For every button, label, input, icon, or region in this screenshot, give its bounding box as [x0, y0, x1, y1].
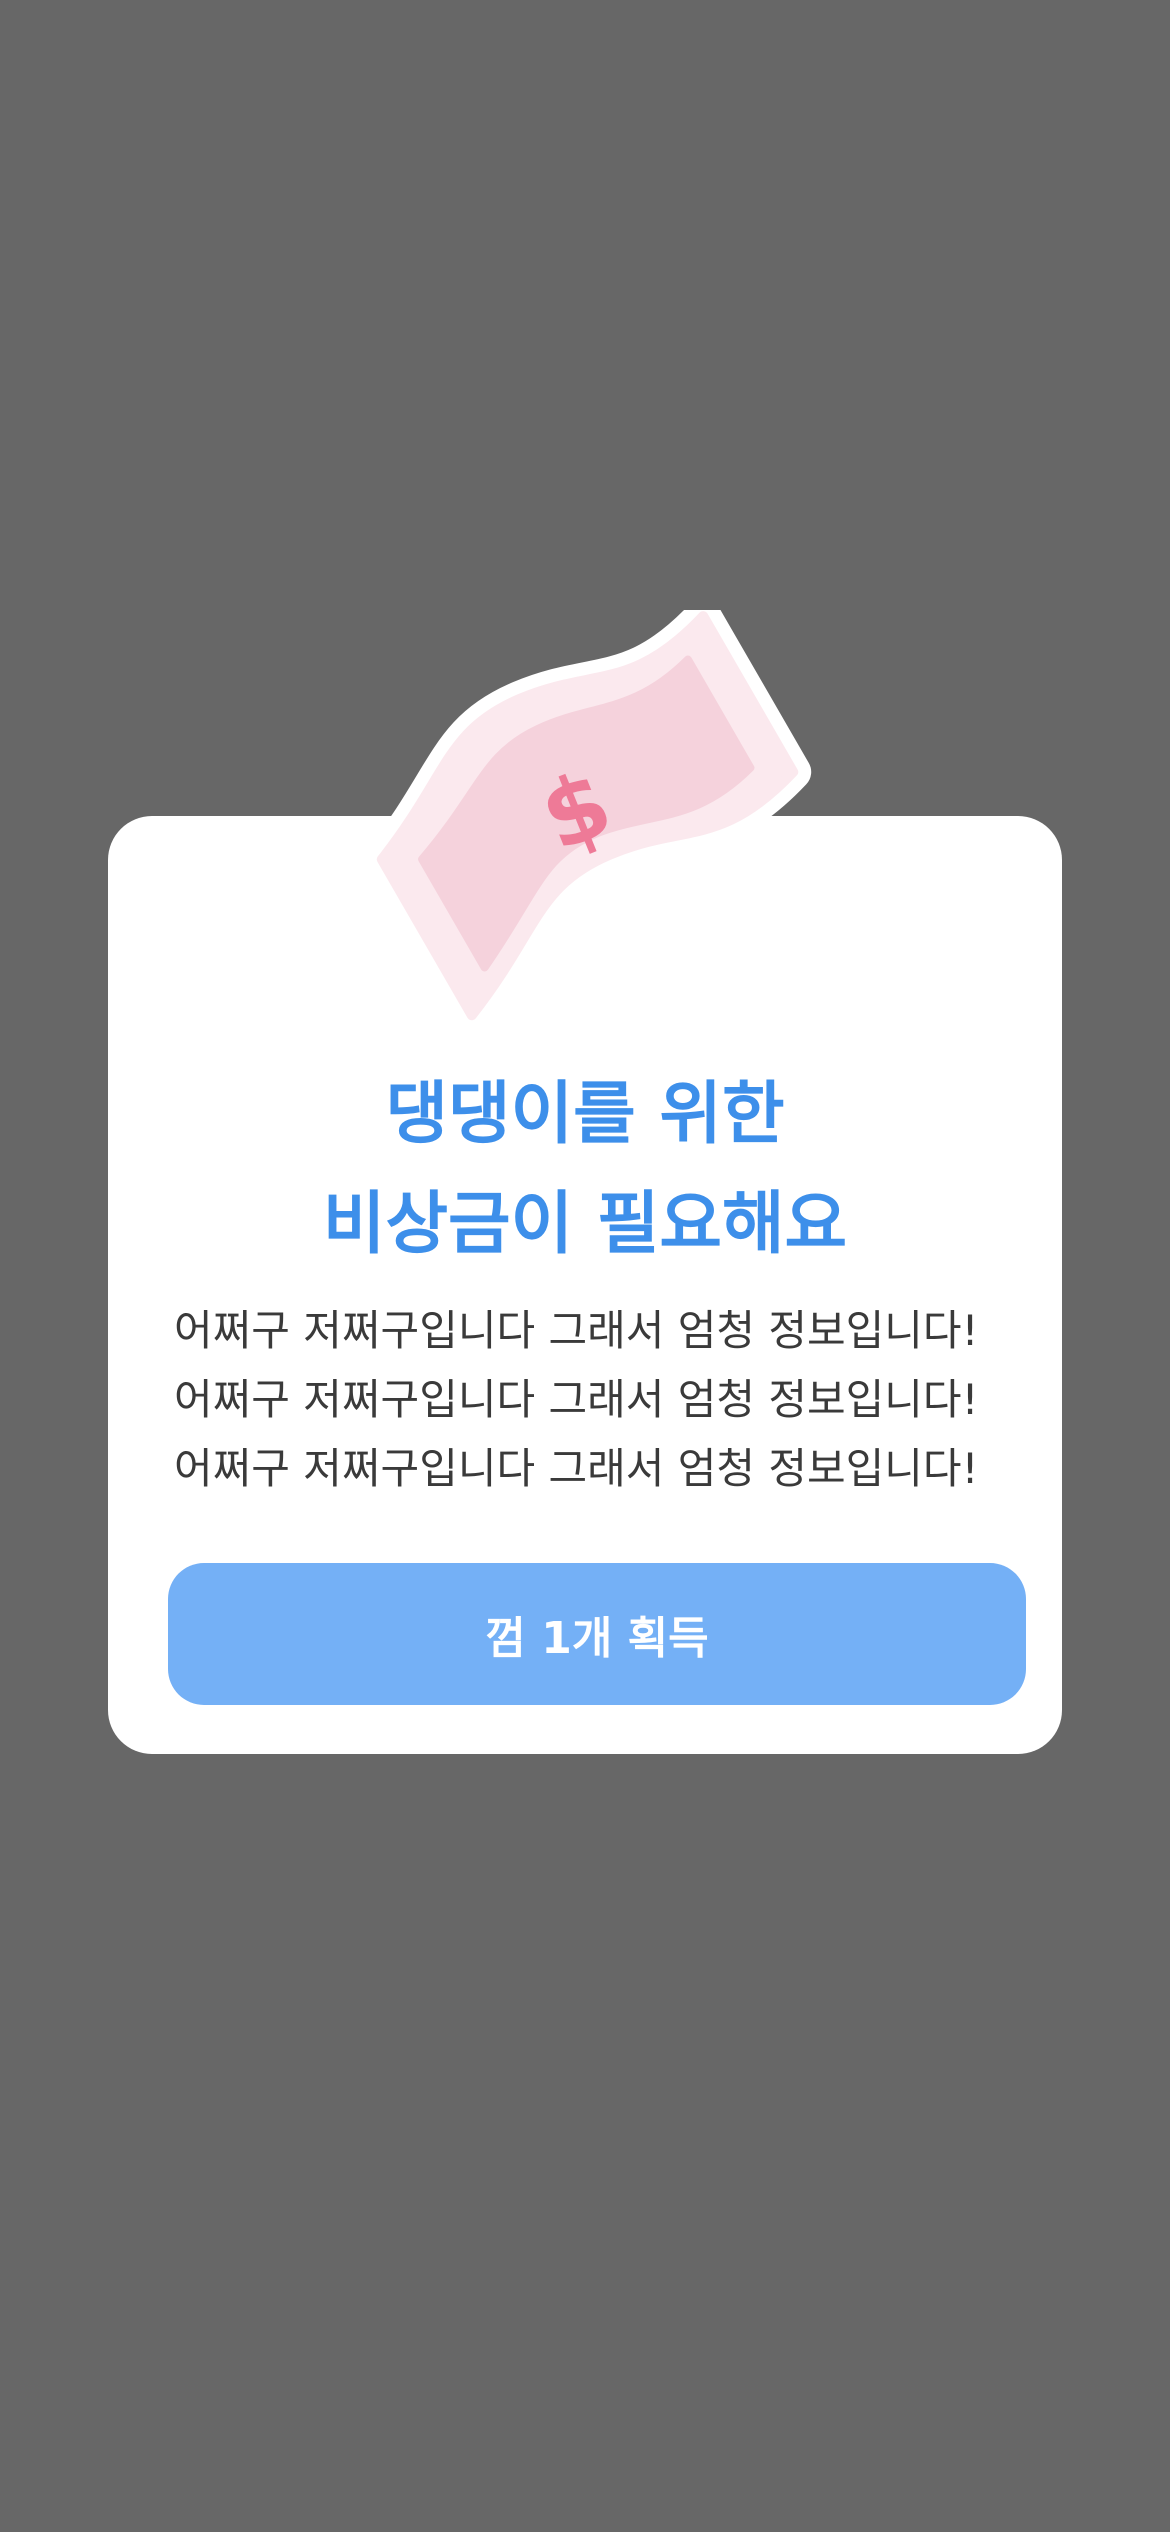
description-line-3: 어쩌구 저쩌구입니다 그래서 엄청 정보입니다!	[174, 1444, 979, 1493]
modal-description: 어쩌구 저쩌구입니다 그래서 엄청 정보입니다! 어쩌구 저쩌구입니다 그래서 …	[174, 1296, 1034, 1503]
description-line-2: 어쩌구 저쩌구입니다 그래서 엄청 정보입니다!	[174, 1375, 979, 1424]
get-gum-button-label: 껌 1개 획득	[485, 1613, 709, 1664]
get-gum-button[interactable]: 껌 1개 획득	[168, 1563, 1026, 1705]
description-line-1: 어쩌구 저쩌구입니다 그래서 엄청 정보입니다!	[174, 1306, 979, 1355]
title-line-2: 비상금이 필요해요	[322, 1185, 848, 1264]
title-line-1: 댕댕이를 위한	[385, 1075, 785, 1154]
modal-title: 댕댕이를 위한 비상금이 필요해요	[108, 1060, 1062, 1280]
money-bill-icon: $	[363, 610, 812, 1030]
